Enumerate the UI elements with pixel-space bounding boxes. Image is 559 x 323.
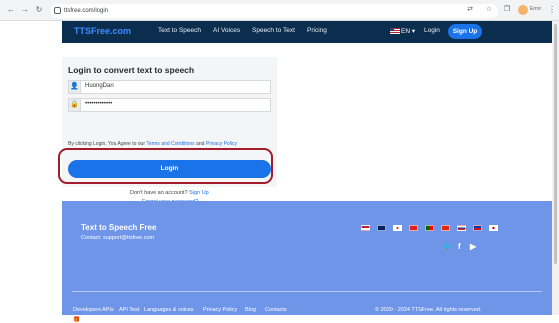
username-field[interactable]: 👤 HuongDan: [68, 80, 271, 94]
flag-ru-icon[interactable]: [457, 225, 466, 231]
footer-link-developers[interactable]: Developers APIs: [73, 307, 114, 313]
forward-arrow-icon[interactable]: →: [20, 5, 30, 15]
nav-ai-voices[interactable]: AI Voices: [213, 27, 240, 34]
header-login-link[interactable]: Login: [424, 27, 440, 34]
scrollbar-thumb[interactable]: [554, 24, 557, 264]
page-viewport: TTSFree.com Text to Speech AI Voices Spe…: [0, 21, 552, 323]
terms-text: By clicking Login, You Agree to our Term…: [68, 141, 237, 147]
footer-link-free-music[interactable]: Free Music: [159, 317, 186, 323]
reload-icon[interactable]: ↻: [34, 5, 44, 15]
browser-menu-icon[interactable]: ⋮: [548, 5, 556, 14]
footer-divider: [72, 291, 542, 292]
browser-toolbar: ← → ↻ ttsfree.com/login ⇄ ☆ ❐ Error ⋮: [0, 0, 559, 21]
site-info-icon[interactable]: [54, 7, 61, 14]
footer-link-contacts[interactable]: Contacts: [265, 307, 287, 313]
flag-ph-icon[interactable]: [473, 225, 482, 231]
terms-link[interactable]: Terms and Conditions: [146, 141, 194, 147]
nav-speech-to-text[interactable]: Speech to Text: [252, 27, 295, 34]
facebook-icon[interactable]: f: [458, 242, 461, 251]
extensions-icon[interactable]: ❐: [503, 6, 511, 14]
back-arrow-icon[interactable]: ←: [6, 5, 16, 15]
gift-icon: 🎁: [73, 317, 80, 323]
footer-link-api-test[interactable]: API Test: [119, 307, 139, 313]
highlight-box: [58, 148, 273, 184]
no-account-text: Don't have an account? Sign Up: [130, 190, 209, 196]
address-bar[interactable]: ttsfree.com/login: [50, 4, 498, 18]
user-icon: 👤: [69, 81, 81, 93]
flag-jp-icon[interactable]: [489, 225, 498, 231]
twitter-icon[interactable]: 🐦: [442, 242, 452, 251]
flag-au-icon[interactable]: [377, 225, 386, 231]
site-header: TTSFree.com Text to Speech AI Voices Spe…: [0, 21, 552, 43]
footer-link-sitemap[interactable]: Sitemap: [130, 317, 150, 323]
footer-title: Text to Speech Free: [81, 223, 157, 232]
profile-name: Error: [530, 6, 542, 12]
lock-icon: 🔒: [69, 99, 81, 111]
header-signup-button[interactable]: Sign Up: [448, 24, 482, 39]
profile-avatar[interactable]: [518, 5, 528, 15]
nav-pricing[interactable]: Pricing: [307, 27, 327, 34]
url-text: ttsfree.com/login: [64, 8, 109, 14]
site-footer: Text to Speech Free Contact: support@tts…: [0, 201, 552, 323]
footer-contact: Contact: support@ttsfree.com: [81, 235, 155, 241]
privacy-link[interactable]: Privacy Policy: [206, 141, 237, 147]
password-field[interactable]: 🔒 •••••••••••••: [68, 98, 271, 112]
flag-kr-icon[interactable]: [393, 225, 402, 231]
us-flag-icon: [390, 28, 400, 34]
login-title: Login to convert text to speech: [68, 65, 195, 75]
site-logo[interactable]: TTSFree.com: [74, 26, 131, 36]
password-value: •••••••••••••: [85, 101, 113, 107]
flag-pt-icon[interactable]: [425, 225, 434, 231]
signup-link[interactable]: Sign Up: [189, 190, 209, 196]
footer-link-ttsconverter[interactable]: TTSConverter.io: [196, 317, 236, 323]
youtube-icon[interactable]: ▶: [470, 242, 476, 251]
translate-icon[interactable]: ⇄: [466, 6, 474, 14]
bookmark-star-icon[interactable]: ☆: [485, 6, 493, 14]
flag-vn-icon[interactable]: [409, 225, 418, 231]
nav-text-to-speech[interactable]: Text to Speech: [158, 27, 201, 34]
flag-cn-icon[interactable]: [441, 225, 450, 231]
footer-link-languages[interactable]: Languages & voices: [144, 307, 194, 313]
language-selector[interactable]: EN ▾: [401, 27, 415, 35]
username-value: HuongDan: [85, 83, 114, 89]
footer-link-blog[interactable]: Blog: [245, 307, 256, 313]
footer-link-privacy[interactable]: Privacy Policy: [203, 307, 237, 313]
footer-link-referral[interactable]: 🎁 Referral Program: [73, 317, 124, 323]
copyright-text: © 2020 - 2024 TTSFree. All rights reserv…: [375, 307, 482, 313]
flag-us-icon[interactable]: [361, 225, 370, 231]
